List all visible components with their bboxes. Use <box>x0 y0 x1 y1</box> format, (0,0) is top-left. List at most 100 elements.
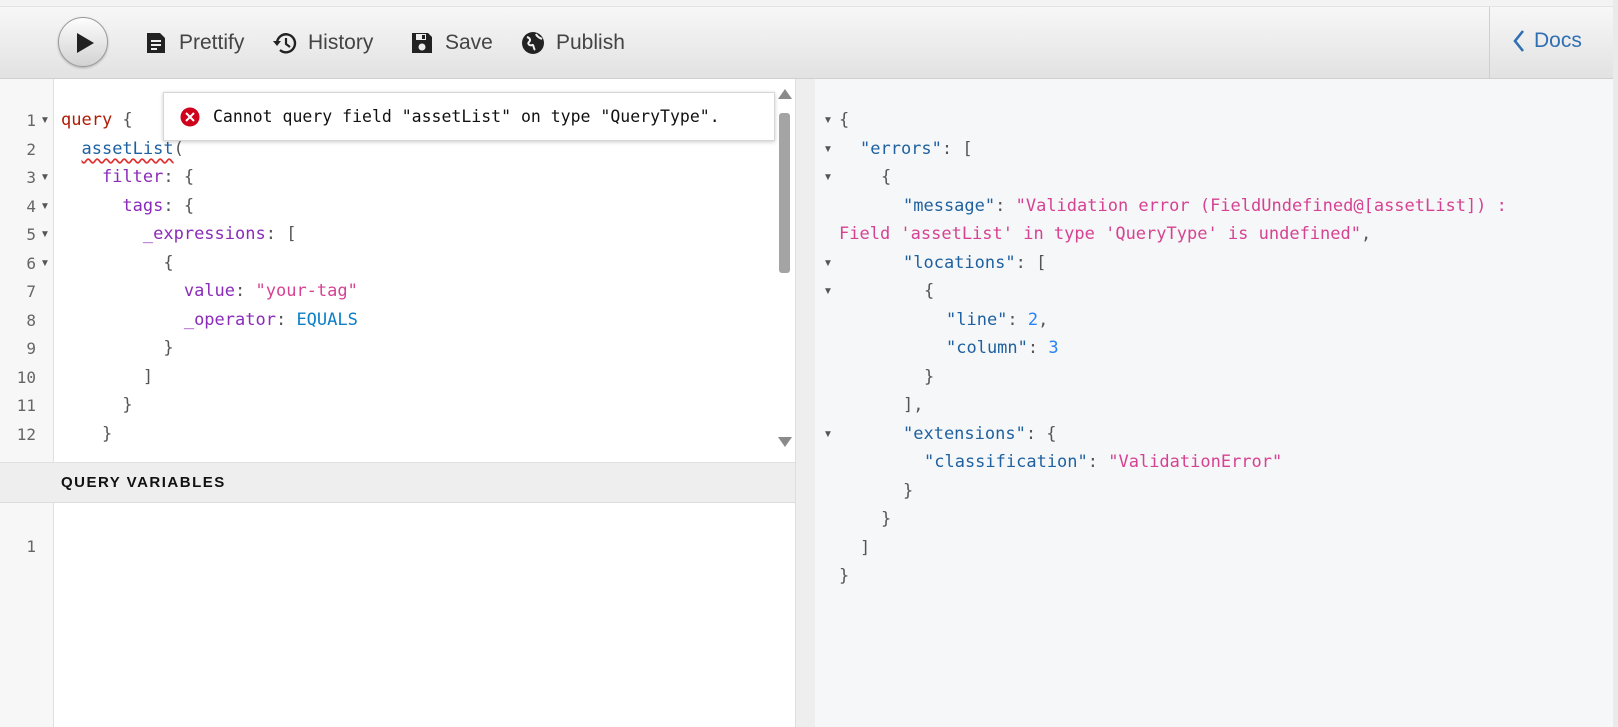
punctuation: : { <box>1025 424 1057 444</box>
json-key: "line" <box>946 310 1008 330</box>
line-number: 10 <box>16 368 36 387</box>
docs-area: Docs <box>1489 7 1618 78</box>
result-line: { <box>924 277 934 306</box>
save-label: Save <box>445 31 493 54</box>
argument-name: value <box>183 281 236 301</box>
prettify-icon <box>143 30 169 56</box>
prettify-label: Prettify <box>179 31 245 54</box>
line-number: 1 <box>26 537 36 556</box>
json-key: "message" <box>903 196 996 216</box>
punctuation: } <box>163 338 174 358</box>
save-button[interactable]: Save <box>409 28 493 58</box>
save-icon <box>409 30 435 56</box>
line-number: 12 <box>16 425 36 444</box>
line-number: 7 <box>26 282 36 301</box>
result-line: "classification": "ValidationError" <box>924 448 1282 477</box>
docs-label: Docs <box>1534 29 1582 52</box>
line-number: 3 <box>26 168 36 187</box>
error-tooltip: Cannot query field "assetList" on type "… <box>163 92 775 141</box>
result-line: "locations": [ <box>903 249 1046 278</box>
error-icon <box>180 107 200 127</box>
punctuation: } <box>122 395 133 415</box>
publish-label: Publish <box>556 31 625 54</box>
result-line: } <box>881 505 891 534</box>
history-label: History <box>308 31 374 54</box>
query-variables-header[interactable]: QUERY VARIABLES <box>0 462 795 503</box>
fold-arrow-icon[interactable]: ▼ <box>823 163 833 192</box>
line-number: 4 <box>26 197 36 216</box>
json-key: "column" <box>946 338 1028 358</box>
keyword-query: query <box>61 110 113 130</box>
code-line: _operator: EQUALS <box>61 306 358 335</box>
fold-arrow-icon[interactable]: ▼ <box>40 249 50 278</box>
json-string: Field 'assetList' in type 'QueryType' is… <box>839 224 1361 244</box>
punctuation: : <box>1027 338 1049 358</box>
history-button[interactable]: History <box>272 28 373 58</box>
result-line: ] <box>860 534 870 563</box>
punctuation: : [ <box>1015 253 1047 273</box>
error-message: Cannot query field "assetList" on type "… <box>213 107 720 126</box>
line-number: 6 <box>26 254 36 273</box>
punctuation: : <box>275 310 297 330</box>
panel-divider[interactable] <box>795 79 816 727</box>
json-number: 2 <box>1027 310 1039 330</box>
prettify-button[interactable]: Prettify <box>143 28 244 58</box>
fold-arrow-icon[interactable]: ▼ <box>40 220 50 249</box>
argument-name: _expressions <box>142 224 266 244</box>
code-line: { <box>61 249 174 278</box>
code-line: query { <box>61 106 133 135</box>
punctuation: { <box>881 167 892 187</box>
line-number: 5 <box>26 225 36 244</box>
docs-button[interactable]: Docs <box>1512 29 1582 53</box>
punctuation: ] <box>142 367 154 387</box>
fold-arrow-icon[interactable]: ▼ <box>823 106 833 135</box>
editor-scrollbar[interactable] <box>773 79 795 462</box>
json-key: "errors" <box>860 139 942 159</box>
punctuation: : <box>1087 452 1109 472</box>
query-variables-title: QUERY VARIABLES <box>61 474 226 491</box>
punctuation: } <box>839 566 850 586</box>
punctuation: ], <box>903 395 924 415</box>
code-line: value: "your-tag" <box>61 277 358 306</box>
json-number: 3 <box>1048 338 1059 358</box>
code-line: tags: { <box>61 192 194 221</box>
json-key: "extensions" <box>903 424 1026 444</box>
scroll-up-icon[interactable] <box>778 89 792 99</box>
punctuation: ] <box>860 538 871 558</box>
punctuation: ( <box>173 139 184 159</box>
fold-arrow-icon[interactable]: ▼ <box>40 192 50 221</box>
fold-arrow-icon[interactable]: ▼ <box>40 106 50 135</box>
punctuation: , <box>1038 310 1049 330</box>
query-gutter: 1 ▼ 2 3 ▼ 4 ▼ 5 ▼ 6 ▼ 7 8 9 10 11 12 <box>0 79 54 462</box>
argument-name: tags <box>122 196 164 216</box>
punctuation: : [ <box>265 224 297 244</box>
result-line: "column": 3 <box>946 334 1059 363</box>
punctuation: } <box>924 367 935 387</box>
punctuation: } <box>903 481 914 501</box>
punctuation: : <box>1007 310 1028 330</box>
result-line: Field 'assetList' in type 'QueryType' is… <box>839 220 1371 249</box>
enum-value: EQUALS <box>296 310 358 330</box>
scrollbar-thumb[interactable] <box>779 113 790 273</box>
globe-icon <box>520 30 546 56</box>
history-icon <box>272 30 298 56</box>
argument-name: filter <box>101 167 164 187</box>
line-number: 9 <box>26 339 36 358</box>
punctuation: { <box>163 253 174 273</box>
fold-arrow-icon[interactable]: ▼ <box>40 163 50 192</box>
result-line: { <box>839 106 849 135</box>
punctuation: } <box>101 424 113 444</box>
fold-arrow-icon[interactable]: ▼ <box>823 249 833 278</box>
run-button[interactable] <box>58 17 108 67</box>
scroll-down-icon[interactable] <box>778 437 792 447</box>
fold-arrow-icon[interactable]: ▼ <box>823 420 833 449</box>
fold-arrow-icon[interactable]: ▼ <box>823 135 833 164</box>
punctuation: : { <box>163 167 195 187</box>
punctuation: { <box>112 110 133 130</box>
fold-arrow-icon[interactable]: ▼ <box>823 277 833 306</box>
publish-button[interactable]: Publish <box>520 28 625 58</box>
variables-gutter: 1 <box>0 503 54 727</box>
result-line: "errors": [ <box>860 135 973 164</box>
variables-editor[interactable]: 1 <box>0 503 795 727</box>
line-number: 2 <box>26 140 36 159</box>
